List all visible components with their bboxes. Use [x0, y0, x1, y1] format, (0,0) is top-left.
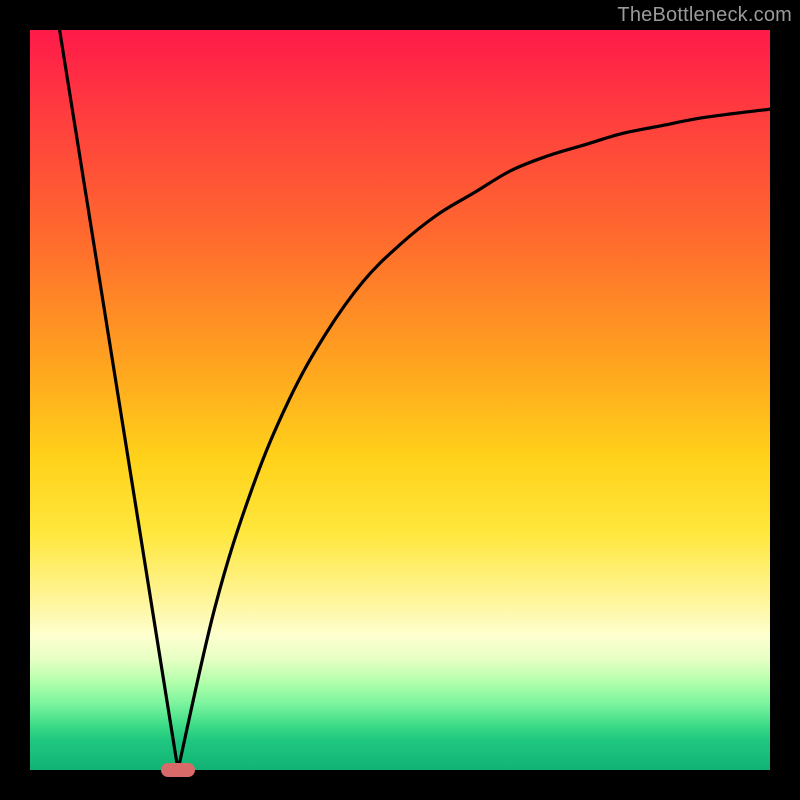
chart-plot-area — [30, 30, 770, 770]
bottleneck-curve — [30, 30, 770, 770]
curve-path — [60, 30, 770, 770]
optimal-point-marker — [161, 763, 195, 777]
chart-frame: TheBottleneck.com — [0, 0, 800, 800]
watermark-text: TheBottleneck.com — [617, 4, 792, 27]
